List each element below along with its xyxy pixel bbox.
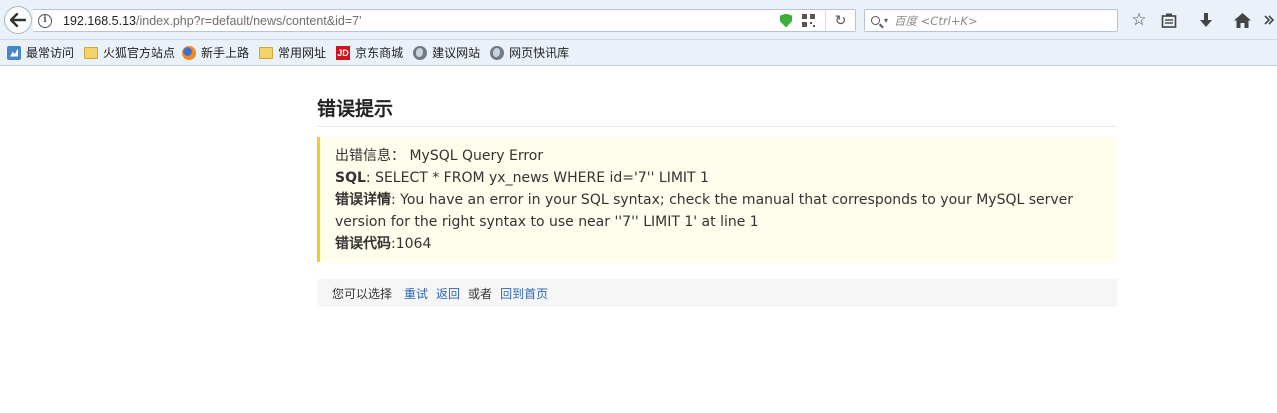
error-page: 错误提示 出错信息： MySQL Query Error SQL: SELECT… — [317, 96, 1117, 307]
bookmark-web-slice-gallery[interactable]: 网页快讯库 — [490, 44, 569, 61]
site-info-icon[interactable]: i — [38, 13, 52, 28]
bookmark-label: 火狐官方站点 — [103, 46, 176, 60]
qr-code-icon[interactable] — [802, 14, 815, 27]
back-arrow-icon — [10, 13, 26, 27]
page-title: 错误提示 — [317, 96, 1117, 127]
error-code-value: :1064 — [391, 236, 432, 252]
folder-icon — [259, 46, 274, 59]
action-prompt: 您可以选择 — [332, 286, 393, 301]
bookmark-label: 网页快讯库 — [509, 46, 570, 60]
most-visited-icon — [7, 45, 21, 60]
search-placeholder: 百度 <Ctrl+K> — [894, 13, 978, 28]
bookmark-label: 新手上路 — [201, 46, 250, 60]
error-info-value: MySQL Query Error — [409, 148, 544, 164]
bookmark-jd-mall[interactable]: JD 京东商城 — [336, 44, 403, 61]
firefox-icon — [182, 45, 197, 60]
reload-icon[interactable]: ↻ — [826, 13, 855, 29]
error-message-box: 出错信息： MySQL Query Error SQL: SELECT * FR… — [317, 137, 1117, 262]
home-icon[interactable] — [1232, 10, 1252, 30]
error-detail-value: : You have an error in your SQL syntax; … — [335, 192, 1074, 230]
download-icon[interactable] — [1196, 10, 1216, 30]
error-info-line: 出错信息： MySQL Query Error — [335, 145, 1102, 167]
back-button[interactable] — [4, 6, 32, 34]
bookmark-firefox-official[interactable]: 火狐官方站点 — [84, 44, 175, 61]
globe-icon — [413, 45, 428, 60]
error-code-line: 错误代码:1064 — [335, 233, 1102, 255]
error-sql-line: SQL: SELECT * FROM yx_news WHERE id='7''… — [335, 167, 1102, 189]
bookmark-star-icon[interactable]: ☆ — [1129, 10, 1149, 30]
error-sql-value: : SELECT * FROM yx_news WHERE id='7'' LI… — [365, 170, 709, 186]
bookmark-label: 京东商城 — [355, 46, 404, 60]
browser-toolbar: i 192.168.5.13/index.php?r=default/news/… — [0, 0, 1277, 40]
bookmark-label: 最常访问 — [26, 46, 75, 60]
back-link[interactable]: 返回 — [436, 285, 460, 302]
search-input[interactable]: ▾ 百度 <Ctrl+K> — [864, 9, 1118, 32]
search-icon[interactable] — [871, 16, 880, 25]
error-code-label: 错误代码 — [335, 236, 391, 252]
action-bar: 您可以选择 重试 返回 或者 回到首页 — [317, 279, 1117, 307]
bookmark-common-sites[interactable]: 常用网址 — [259, 44, 326, 61]
reading-list-icon[interactable] — [1159, 10, 1179, 30]
error-detail-line: 错误详情: You have an error in your SQL synt… — [335, 189, 1102, 233]
bookmarks-bar: 最常访问 火狐官方站点 新手上路 常用网址 JD 京东商城 建议网站 网页快讯库 — [0, 40, 1277, 66]
error-sql-label: SQL — [335, 170, 366, 186]
retry-link[interactable]: 重试 — [404, 285, 428, 302]
url-text[interactable]: 192.168.5.13/index.php?r=default/news/co… — [63, 14, 361, 28]
folder-icon — [84, 46, 99, 59]
bookmark-label: 常用网址 — [278, 46, 327, 60]
overflow-chevron-icon[interactable] — [1259, 10, 1277, 30]
error-detail-label: 错误详情 — [335, 192, 391, 208]
jd-icon: JD — [336, 45, 351, 60]
home-link[interactable]: 回到首页 — [500, 285, 548, 302]
globe-icon — [490, 45, 505, 60]
bookmark-label: 建议网站 — [432, 46, 481, 60]
bookmark-most-visited[interactable]: 最常访问 — [7, 44, 74, 61]
error-info-label: 出错信息： — [335, 148, 405, 164]
url-path: /index.php?r=default/news/content&id=7' — [136, 13, 362, 28]
search-engine-dropdown-icon[interactable]: ▾ — [884, 16, 888, 25]
address-bar[interactable]: i 192.168.5.13/index.php?r=default/news/… — [33, 9, 856, 32]
url-host: 192.168.5.13 — [63, 13, 136, 28]
or-text: 或者 — [468, 286, 493, 301]
shield-icon[interactable] — [780, 13, 792, 28]
bookmark-suggested-sites[interactable]: 建议网站 — [413, 44, 480, 61]
bookmark-getting-started[interactable]: 新手上路 — [182, 44, 249, 61]
